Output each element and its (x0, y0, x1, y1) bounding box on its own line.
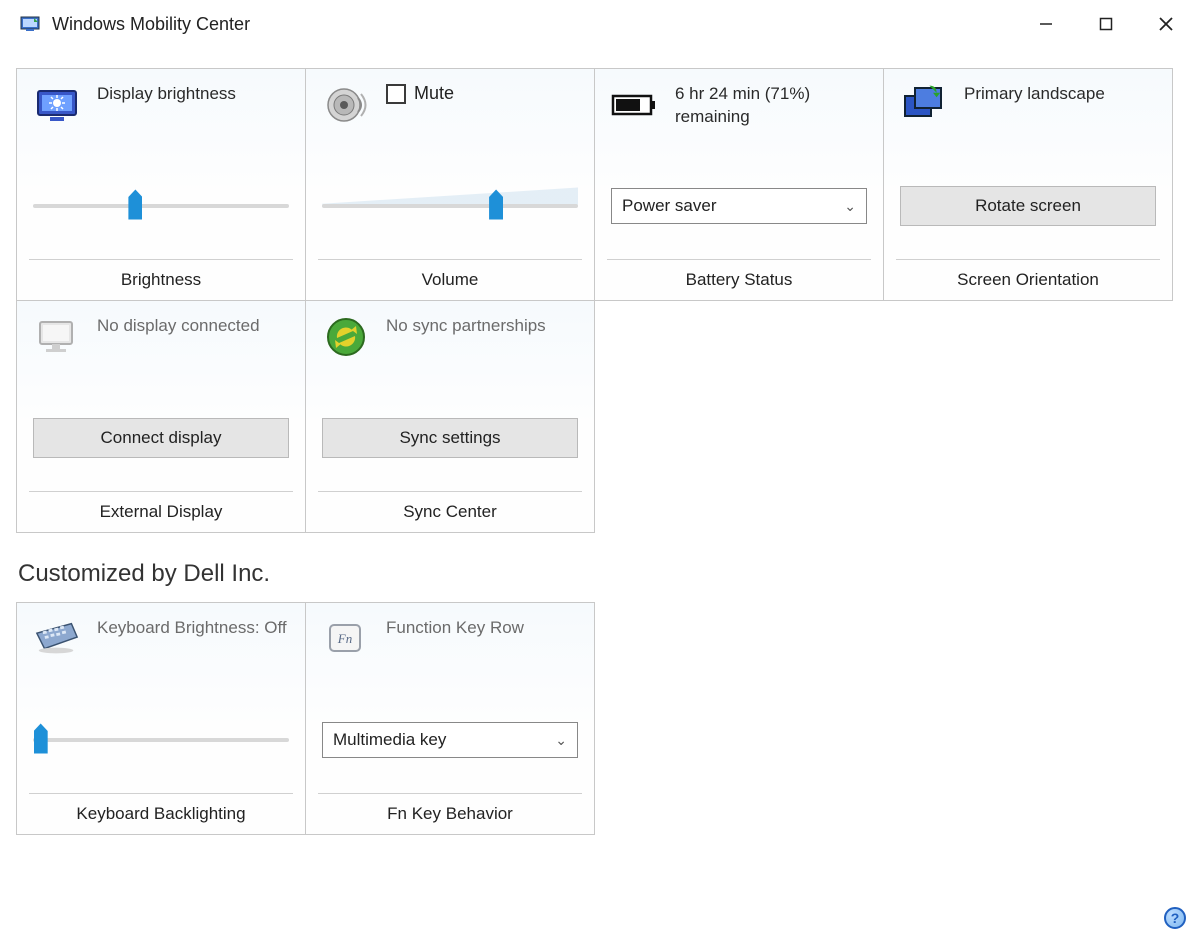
tile-keyboard-backlight: Keyboard Brightness: Off Keyboard Backli… (16, 602, 306, 835)
app-icon (20, 14, 40, 34)
volume-slider[interactable] (322, 192, 578, 220)
maximize-button[interactable] (1076, 4, 1136, 44)
close-button[interactable] (1136, 4, 1196, 44)
fn-key-dropdown[interactable]: Multimedia key ⌄ (322, 722, 578, 758)
help-icon[interactable]: ? (1164, 907, 1186, 929)
connect-display-label: Connect display (101, 428, 222, 448)
brightness-slider[interactable] (33, 192, 289, 220)
monitor-icon (33, 315, 81, 359)
external-display-status: No display connected (97, 315, 260, 338)
battery-icon (611, 83, 659, 127)
tile-external-display: No display connected Connect display Ext… (16, 300, 306, 533)
svg-text:Fn: Fn (337, 631, 352, 646)
brightness-status: Display brightness (97, 83, 236, 106)
sync-settings-button[interactable]: Sync settings (322, 418, 578, 458)
power-plan-value: Power saver (622, 196, 716, 216)
tile-grid-oem: Keyboard Brightness: Off Keyboard Backli… (0, 602, 1185, 834)
keyboard-backlight-footer: Keyboard Backlighting (29, 793, 293, 824)
keyboard-backlight-status: Keyboard Brightness: Off (97, 617, 287, 640)
sync-icon (322, 315, 370, 359)
brightness-icon (33, 83, 81, 127)
window-title: Windows Mobility Center (52, 14, 250, 35)
power-plan-dropdown[interactable]: Power saver ⌄ (611, 188, 867, 224)
tile-battery: 6 hr 24 min (71%) remaining Power saver … (594, 68, 884, 301)
oem-section-heading: Customized by Dell Inc. (0, 532, 1200, 602)
fn-key-value: Multimedia key (333, 730, 446, 750)
fn-key-icon: Fn (322, 617, 370, 661)
volume-footer: Volume (318, 259, 582, 290)
tile-fn-key: Fn Function Key Row Multimedia key ⌄ Fn … (305, 602, 595, 835)
tile-orientation: Primary landscape Rotate screen Screen O… (883, 68, 1173, 301)
rotate-screen-label: Rotate screen (975, 196, 1081, 216)
orientation-footer: Screen Orientation (896, 259, 1160, 290)
battery-status: 6 hr 24 min (71%) remaining (675, 83, 867, 129)
battery-footer: Battery Status (607, 259, 871, 290)
tile-grid-system: Display brightness Brightness (0, 48, 1185, 532)
keyboard-backlight-slider[interactable] (33, 726, 289, 754)
fn-key-status: Function Key Row (386, 617, 524, 640)
rotate-screen-button[interactable]: Rotate screen (900, 186, 1156, 226)
chevron-down-icon: ⌄ (555, 732, 567, 749)
connect-display-button[interactable]: Connect display (33, 418, 289, 458)
tile-volume: Mute Volume (305, 68, 595, 301)
external-display-footer: External Display (29, 491, 293, 522)
tile-brightness: Display brightness Brightness (16, 68, 306, 301)
sync-status: No sync partnerships (386, 315, 546, 338)
tile-sync: No sync partnerships Sync settings Sync … (305, 300, 595, 533)
keyboard-icon (33, 617, 81, 661)
titlebar: Windows Mobility Center (0, 0, 1200, 48)
chevron-down-icon: ⌄ (844, 198, 856, 215)
sync-footer: Sync Center (318, 491, 582, 522)
brightness-footer: Brightness (29, 259, 293, 290)
fn-key-footer: Fn Key Behavior (318, 793, 582, 824)
orientation-status: Primary landscape (964, 83, 1105, 106)
mute-label: Mute (414, 83, 454, 104)
screen-orientation-icon (900, 83, 948, 127)
minimize-button[interactable] (1016, 4, 1076, 44)
mute-checkbox[interactable]: Mute (386, 83, 454, 104)
speaker-icon (322, 83, 370, 127)
sync-settings-label: Sync settings (399, 428, 500, 448)
